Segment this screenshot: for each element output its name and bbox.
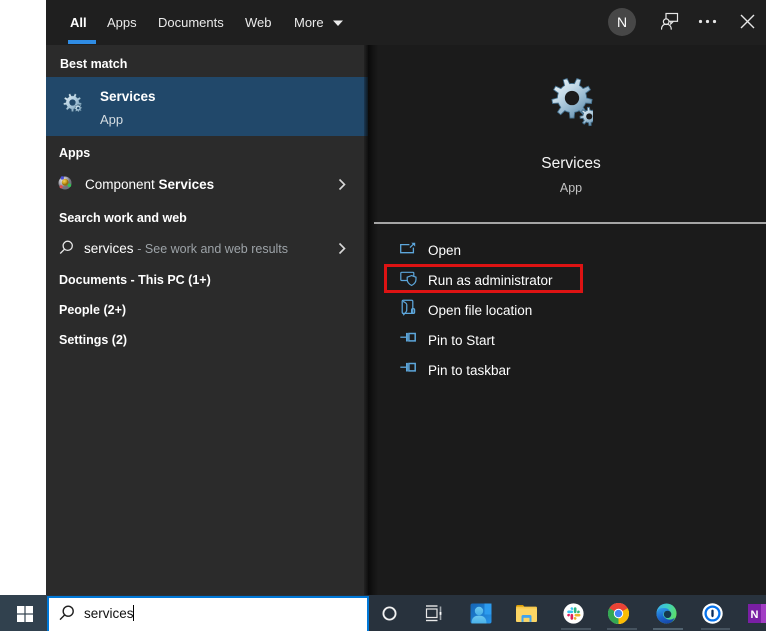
svg-text:N: N (751, 609, 759, 621)
